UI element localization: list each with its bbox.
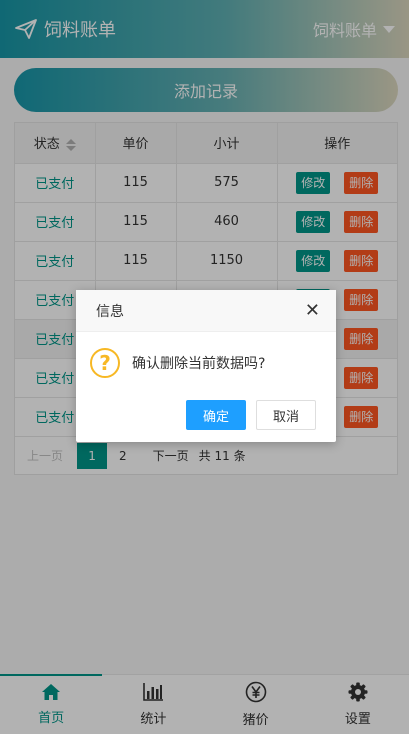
close-icon[interactable]: ✕ — [305, 301, 320, 320]
confirm-dialog: 信息 ✕ ? 确认删除当前数据吗? 确定 取消 — [76, 290, 336, 442]
dialog-title: 信息 — [96, 303, 124, 320]
dialog-body: ? 确认删除当前数据吗? — [76, 332, 336, 394]
cancel-button[interactable]: 取消 — [256, 400, 316, 430]
dialog-message: 确认删除当前数据吗? — [132, 356, 266, 372]
question-icon: ? — [90, 348, 120, 378]
dialog-buttons: 确定 取消 — [186, 400, 316, 430]
dialog-header: 信息 ✕ — [76, 290, 336, 332]
confirm-button[interactable]: 确定 — [186, 400, 246, 430]
